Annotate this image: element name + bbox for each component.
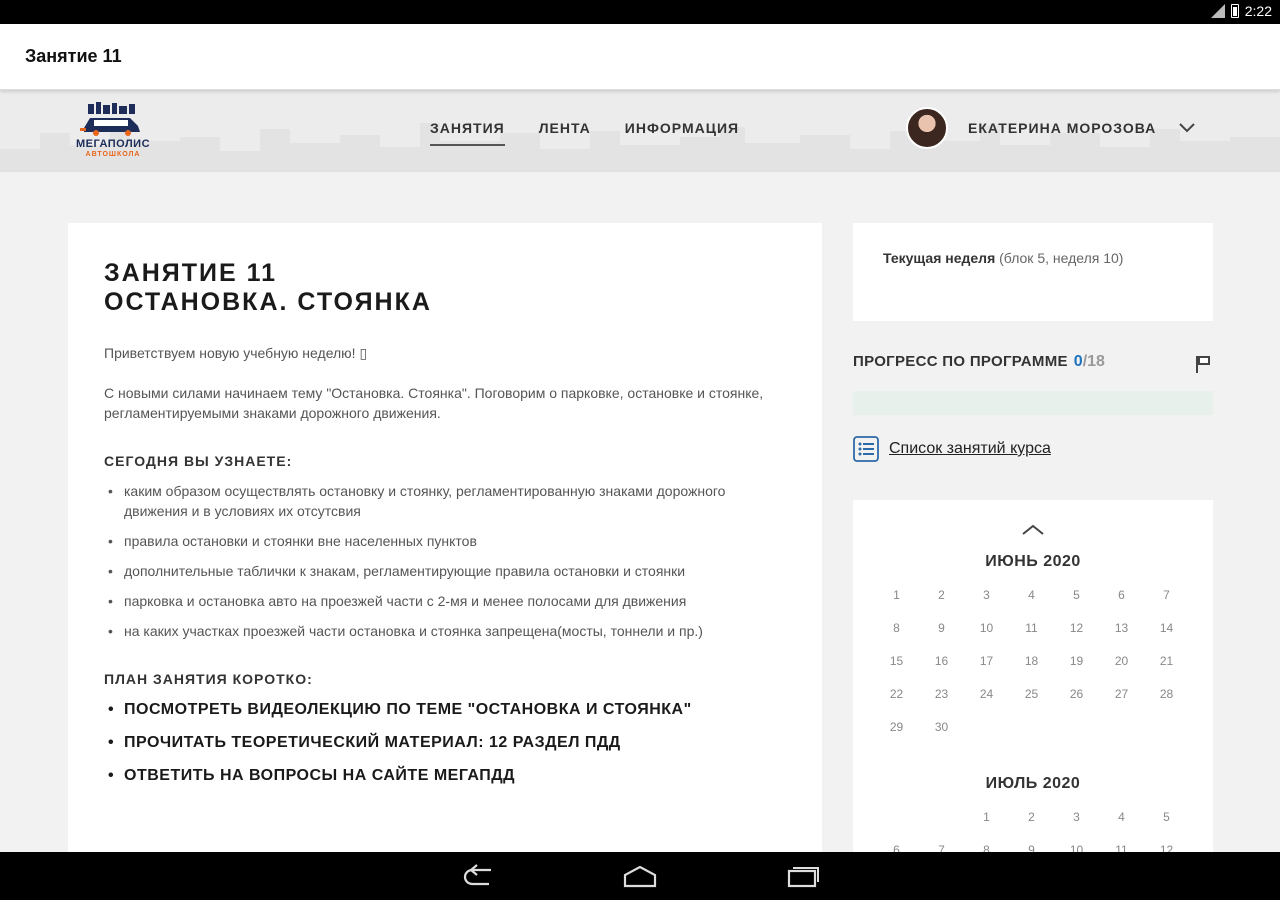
calendar-days-grid: 1 2 3 4 5 6 7 8 9 10 11 12 13 14 15 16 17 18 19 20 21 22 23 24 2… [874, 585, 1210, 738]
calendar-day[interactable]: 6 [1099, 585, 1144, 606]
calendar-day[interactable]: 2 [919, 585, 964, 606]
status-time: 2:22 [1244, 3, 1272, 19]
calendar-day[interactable]: 16 [919, 651, 964, 672]
list-icon [853, 436, 879, 462]
nav-item-information[interactable]: ИНФОРМАЦИЯ [625, 120, 739, 146]
progress-label: ПРОГРЕСС ПО ПРОГРАММЕ [853, 353, 1068, 370]
calendar-day[interactable]: 18 [1009, 651, 1054, 672]
calendar-day[interactable]: 4 [1009, 585, 1054, 606]
calendar-day[interactable]: 12 [1054, 618, 1099, 639]
logo-subtitle: АВТОШКОЛА [85, 151, 141, 158]
calendar-day[interactable]: 28 [1144, 684, 1189, 705]
nav-item-feed[interactable]: ЛЕНТА [539, 120, 591, 146]
calendar-blank [874, 807, 919, 828]
main-nav: ЗАНЯТИЯ ЛЕНТА ИНФОРМАЦИЯ [430, 120, 739, 146]
calendar-month-title: ИЮНЬ 2020 [985, 553, 1081, 570]
calendar-day[interactable]: 5 [1054, 585, 1099, 606]
plan-heading: ПЛАН ЗАНЯТИЯ КОРОТКО: [104, 671, 313, 687]
progress-total-count: /18 [1082, 353, 1105, 370]
list-item: на каких участках проезжей части останов… [104, 621, 786, 641]
learn-list: каким образом осуществлять остановку и с… [104, 481, 786, 641]
calendar-day[interactable]: 1 [874, 585, 919, 606]
calendar: ИЮНЬ 2020 1 2 3 4 5 6 7 8 9 10 11 12 13 14 15 16 17 18 19 2… [853, 500, 1213, 864]
back-icon[interactable] [461, 864, 497, 888]
current-week-detail: (блок 5, неделя 10) [999, 250, 1124, 266]
system-nav-bar [0, 852, 1280, 900]
lesson-title-number: ЗАНЯТИЕ 11 [104, 259, 278, 287]
recent-apps-icon[interactable] [785, 864, 821, 888]
site-header: МЕГАПОЛИС АВТОШКОЛА ЗАНЯТИЯ ЛЕНТА ИНФОРМ… [0, 90, 1280, 172]
calendar-day[interactable]: 13 [1099, 618, 1144, 639]
battery-icon [1230, 4, 1239, 18]
calendar-day[interactable]: 10 [964, 618, 1009, 639]
current-week-box: Текущая неделя (блок 5, неделя 10) [853, 223, 1213, 321]
chevron-down-icon[interactable] [1178, 122, 1196, 134]
course-list-label[interactable]: Список занятий курса [889, 440, 1051, 458]
home-icon[interactable] [622, 864, 658, 888]
calendar-day[interactable]: 20 [1099, 651, 1144, 672]
logo-name: МЕГАПОЛИС [75, 138, 151, 150]
status-bar: 2:22 [0, 0, 1280, 24]
lesson-title: ЗАНЯТИЕ 11 ОСТАНОВКА. СТОЯНКА [104, 259, 786, 317]
calendar-day[interactable]: 29 [874, 717, 919, 738]
list-item: ПОСМОТРЕТЬ ВИДЕОЛЕКЦИЮ ПО ТЕМЕ "ОСТАНОВК… [104, 699, 786, 720]
list-item: дополнительные таблички к знакам, реглам… [104, 561, 786, 581]
calendar-day[interactable]: 27 [1099, 684, 1144, 705]
calendar-day[interactable]: 1 [964, 807, 1009, 828]
calendar-day[interactable]: 19 [1054, 651, 1099, 672]
calendar-day[interactable]: 2 [1009, 807, 1054, 828]
calendar-day[interactable]: 4 [1099, 807, 1144, 828]
nav-item-lessons[interactable]: ЗАНЯТИЯ [430, 120, 505, 146]
lesson-card: ЗАНЯТИЕ 11 ОСТАНОВКА. СТОЯНКА Приветству… [68, 223, 822, 863]
school-logo[interactable]: МЕГАПОЛИС АВТОШКОЛА [68, 98, 158, 160]
status-icons: 2:22 [1210, 3, 1272, 19]
calendar-day[interactable]: 23 [919, 684, 964, 705]
calendar-month-title: ИЮЛЬ 2020 [985, 775, 1081, 792]
lesson-intro: С новыми силами начинаем тему "Остановка… [104, 385, 764, 421]
calendar-day[interactable]: 26 [1054, 684, 1099, 705]
calendar-day[interactable]: 5 [1144, 807, 1189, 828]
calendar-day[interactable]: 9 [919, 618, 964, 639]
progress-bar [853, 391, 1213, 415]
calendar-day[interactable]: 30 [919, 717, 964, 738]
calendar-day[interactable]: 15 [874, 651, 919, 672]
calendar-day[interactable]: 7 [1144, 585, 1189, 606]
user-menu[interactable]: ЕКАТЕРИНА МОРОЗОВА [906, 107, 1196, 149]
calendar-blank [919, 807, 964, 828]
app-bar: Занятие 11 [0, 24, 1280, 90]
avatar[interactable] [906, 107, 948, 149]
calendar-day[interactable]: 14 [1144, 618, 1189, 639]
lesson-title-topic: ОСТАНОВКА. СТОЯНКА [104, 288, 432, 316]
calendar-day[interactable]: 11 [1009, 618, 1054, 639]
progress-header: ПРОГРЕСС ПО ПРОГРАММЕ 0/18 [853, 353, 1213, 377]
calendar-day[interactable]: 22 [874, 684, 919, 705]
calendar-day[interactable]: 3 [964, 585, 1009, 606]
learn-heading: СЕГОДНЯ ВЫ УЗНАЕТЕ: [104, 453, 293, 469]
list-item: ПРОЧИТАТЬ ТЕОРЕТИЧЕСКИЙ МАТЕРИАЛ: 12 РАЗ… [104, 732, 786, 753]
plan-list: ПОСМОТРЕТЬ ВИДЕОЛЕКЦИЮ ПО ТЕМЕ "ОСТАНОВК… [104, 699, 786, 786]
course-list-link[interactable]: Список занятий курса [853, 436, 1051, 462]
calendar-day[interactable]: 21 [1144, 651, 1189, 672]
flag-icon[interactable] [1195, 355, 1211, 373]
calendar-day[interactable]: 3 [1054, 807, 1099, 828]
progress-done-count: 0 [1073, 353, 1083, 370]
lesson-greeting: Приветствуем новую учебную неделю! ▯ [104, 345, 368, 361]
list-item: каким образом осуществлять остановку и с… [104, 481, 786, 521]
list-item: правила остановки и стоянки вне населенн… [104, 531, 786, 551]
signal-icon [1210, 4, 1225, 18]
calendar-day[interactable]: 17 [964, 651, 1009, 672]
app-bar-title: Занятие 11 [25, 46, 122, 66]
car-logo-icon [80, 102, 140, 136]
calendar-day[interactable]: 8 [874, 618, 919, 639]
calendar-day[interactable]: 24 [964, 684, 1009, 705]
user-name[interactable]: ЕКАТЕРИНА МОРОЗОВА [968, 120, 1156, 136]
list-item: парковка и остановка авто на проезжей ча… [104, 591, 786, 611]
list-item: ОТВЕТИТЬ НА ВОПРОСЫ НА САЙТЕ МЕГАПДД [104, 765, 786, 786]
chevron-up-icon[interactable] [1021, 522, 1045, 536]
current-week-label: Текущая неделя [883, 250, 996, 266]
calendar-day[interactable]: 25 [1009, 684, 1054, 705]
